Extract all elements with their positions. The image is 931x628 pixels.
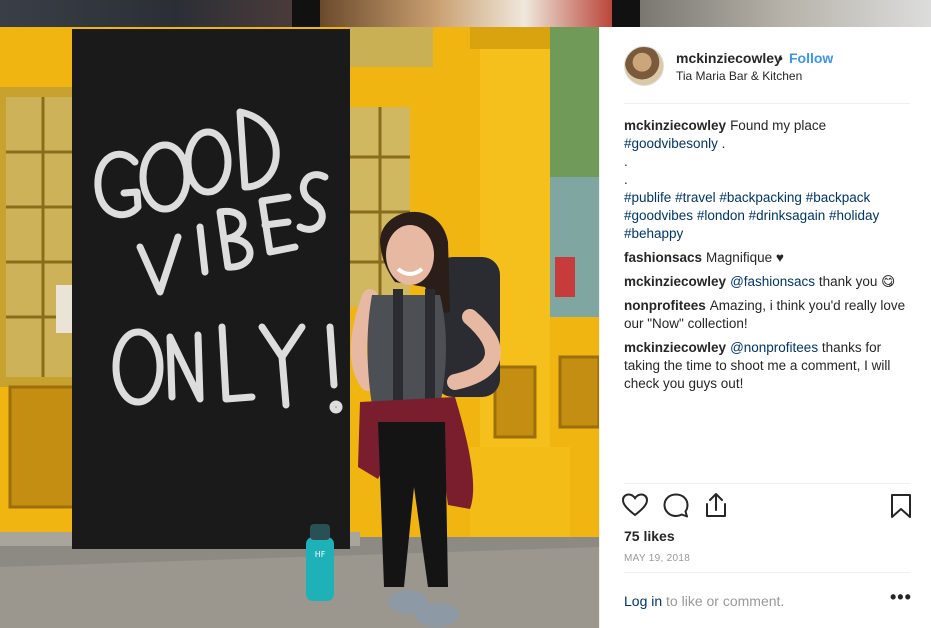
likes-count[interactable]: 75 likes [624, 528, 675, 544]
hashtag-link[interactable]: #publife [624, 190, 671, 205]
hashtag-link[interactable]: #behappy [624, 226, 683, 241]
mention-link[interactable]: @fashionsacs [730, 274, 815, 289]
login-prompt-text: to like or comment. [662, 593, 785, 609]
mention-link[interactable]: @nonprofitees [730, 340, 818, 355]
comment-item: mckinziecowley @fashionsacs thank you 😋 [624, 273, 914, 291]
comment-username[interactable]: mckinziecowley [624, 274, 726, 289]
divider [624, 103, 910, 104]
caption-dot: . [624, 172, 628, 187]
comment-text: thank you 😋 [815, 274, 896, 289]
caption-text: Found my place [730, 118, 827, 133]
hashtag-link[interactable]: #travel [675, 190, 716, 205]
hashtag-link[interactable]: #london [697, 208, 745, 223]
post-photo[interactable]: HF [0, 27, 599, 628]
post-side-panel: mckinziecowley • Follow Tia Maria Bar & … [599, 27, 931, 628]
comment-bubble-icon[interactable] [663, 493, 689, 518]
divider [624, 572, 910, 573]
heart-icon[interactable] [622, 493, 648, 517]
more-options-icon[interactable]: ••• [890, 587, 912, 608]
login-prompt: Log in to like or comment. [624, 593, 784, 609]
comment-username[interactable]: nonprofitees [624, 298, 706, 313]
hashtag-link[interactable]: #backpacking [719, 190, 802, 205]
comment-text: Magnifique ♥ [706, 250, 784, 265]
post-date: MAY 19, 2018 [624, 553, 691, 564]
thumbnail-image[interactable] [640, 0, 931, 27]
hashtag-link[interactable]: #backpack [806, 190, 871, 205]
follow-button[interactable]: Follow [789, 50, 833, 66]
divider [624, 483, 910, 484]
bookmark-icon[interactable] [890, 493, 912, 519]
author-username[interactable]: mckinziecowley [676, 50, 782, 66]
comments-list: mckinziecowley Found my place #goodvibeso… [624, 117, 914, 399]
background-thumbnail-strip [0, 0, 931, 27]
hashtag-link[interactable]: #holiday [829, 208, 879, 223]
share-icon[interactable] [704, 492, 728, 518]
bottle-logo: HF [315, 550, 326, 559]
thumbnail-image[interactable] [320, 0, 612, 27]
caption-dot: . [624, 154, 628, 169]
hashtag-link[interactable]: #drinksagain [749, 208, 826, 223]
post-location[interactable]: Tia Maria Bar & Kitchen [676, 69, 802, 83]
comment-username[interactable]: mckinziecowley [624, 340, 726, 355]
caption-username[interactable]: mckinziecowley [624, 118, 726, 133]
header-separator: • [778, 50, 783, 66]
caption: mckinziecowley Found my place #goodvibeso… [624, 117, 914, 243]
avatar[interactable] [624, 46, 664, 86]
chalkboard-sign [72, 29, 350, 549]
caption-punctuation: . [717, 136, 726, 151]
comment-username[interactable]: fashionsacs [624, 250, 702, 265]
post-header: mckinziecowley • Follow Tia Maria Bar & … [600, 27, 931, 103]
comment-item: fashionsacs Magnifique ♥ [624, 249, 914, 267]
comment-item: mckinziecowley @nonprofitees thanks for t… [624, 339, 914, 393]
comment-item: nonprofitees Amazing, i think you'd reall… [624, 297, 914, 333]
thumbnail-image[interactable] [0, 0, 292, 27]
post-modal: HF mckinziecowley • Follow Tia Maria Bar… [0, 27, 931, 628]
hashtag-link[interactable]: #goodvibes [624, 208, 693, 223]
hashtag-link[interactable]: #goodvibesonly [624, 136, 718, 151]
login-link[interactable]: Log in [624, 593, 662, 609]
